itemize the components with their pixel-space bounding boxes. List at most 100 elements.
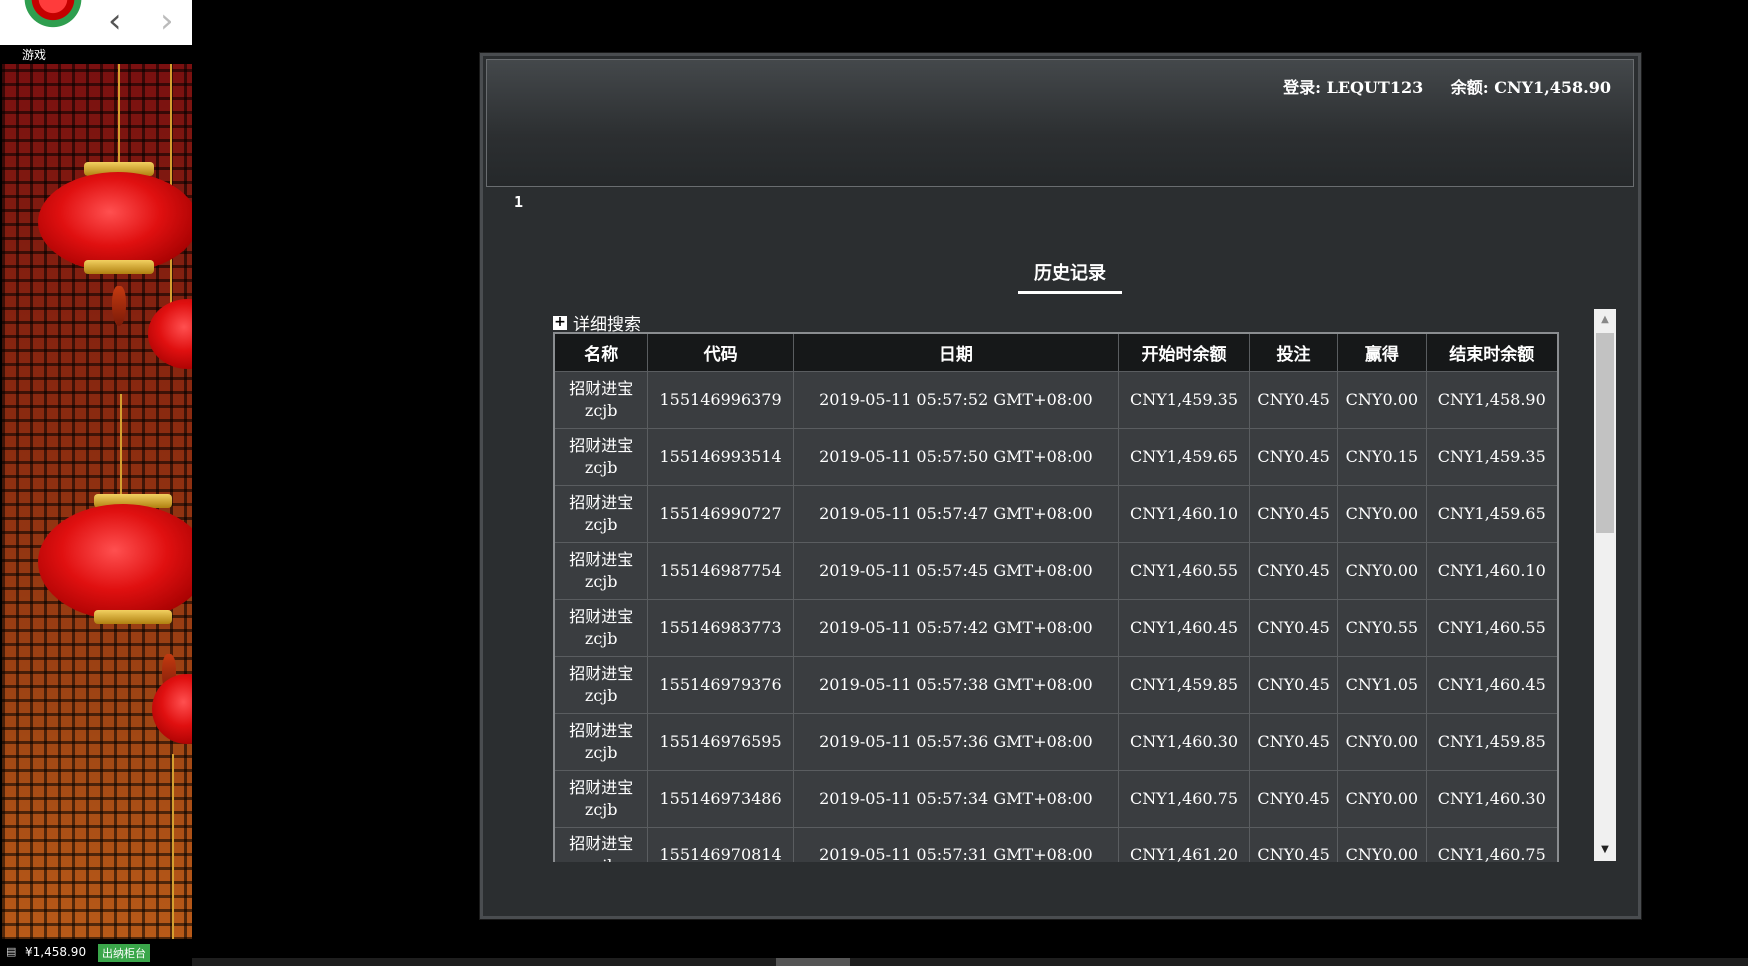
table-row[interactable]: 招财进宝 zcjb 155146993514 2019-05-11 05:57:50 …: [553, 427, 1559, 486]
page-number: 1: [514, 193, 524, 211]
game-label: 游戏: [22, 48, 47, 62]
cell-date: 2019-05-11 05:57:50 GMT+08:00: [792, 427, 1120, 486]
game-name-cn: 招财进宝: [569, 663, 634, 683]
column-header-code: 代码: [647, 332, 794, 372]
sidebar-top-bar: ‹ ›: [0, 0, 192, 45]
table-row[interactable]: 招财进宝zcjb1551469708142019-05-11 05:57:31 …: [553, 826, 1559, 862]
cell-date: 2019-05-11 05:57:45 GMT+08:00: [792, 541, 1120, 600]
balance-label: 余额: CNY1,458.90: [1450, 78, 1611, 97]
horizontal-scrollbar[interactable]: [192, 958, 1748, 966]
game-name-cn: 招财进宝: [569, 435, 634, 455]
column-header-win: 赢得: [1337, 332, 1427, 372]
scroll-down-arrow-icon[interactable]: ▼: [1594, 839, 1616, 861]
column-header-end-balance: 结束时余额: [1425, 332, 1559, 372]
game-name-code: zcjb: [584, 571, 618, 591]
cell-bet: CNY0.45: [1248, 769, 1339, 828]
cell-end-balance: CNY1,460.75: [1425, 826, 1559, 862]
plus-box-icon[interactable]: +: [553, 315, 567, 330]
scroll-up-arrow-icon[interactable]: ▲: [1594, 309, 1616, 331]
game-name-cn: 招财进宝: [569, 777, 634, 797]
cell-bet: CNY0.45: [1248, 826, 1339, 862]
lantern-string: [120, 394, 122, 504]
lantern-string: [118, 64, 120, 164]
game-sidebar: ‹ › 游戏 ▤ ¥1,458.90 出纳柜台: [0, 0, 192, 966]
vertical-scrollbar[interactable]: ▲ ▼: [1594, 309, 1616, 861]
sidebar-status-bar: ▤ ¥1,458.90 出纳柜台: [0, 939, 192, 966]
game-name-cn: 招财进宝: [569, 720, 634, 740]
column-header-name: 名称: [553, 332, 649, 372]
table-row[interactable]: 招财进宝 zcjb 155146987754 2019-05-11 05:57:45 …: [553, 541, 1559, 600]
cell-bet: CNY0.45: [1248, 427, 1339, 486]
tab-history[interactable]: 历史记录: [1018, 259, 1122, 294]
lantern-cap: [94, 610, 172, 624]
cell-code: 155146973486: [647, 769, 794, 828]
cell-code: 155146990727: [647, 484, 794, 543]
account-header: 登录: LEQUT123 余额: CNY1,458.90: [486, 59, 1634, 187]
cell-start-balance: CNY1,459.35: [1118, 370, 1250, 429]
game-name-code: zcjb: [555, 855, 647, 862]
lantern: [152, 674, 192, 744]
table-row[interactable]: 招财进宝 zcjb 155146979376 2019-05-11 05:57:38 …: [553, 655, 1559, 714]
wallet-balance: ¥1,458.90: [25, 945, 87, 959]
table-row[interactable]: 招财进宝 zcjb 155146996379 2019-05-11 05:57:52 …: [553, 370, 1559, 429]
cell-code: 155146993514: [647, 427, 794, 486]
cell-code: 155146976595: [647, 712, 794, 771]
cell-name: 招财进宝zcjb: [553, 655, 649, 714]
game-artwork: [2, 64, 192, 940]
table-row[interactable]: 招财进宝 zcjb 155146990727 2019-05-11 05:57:47 …: [553, 484, 1559, 543]
game-name-cn: 招财进宝: [569, 378, 634, 398]
lantern-tassel: [112, 286, 126, 326]
game-name-code: zcjb: [584, 628, 618, 648]
cell-date: 2019-05-11 05:57:42 GMT+08:00: [792, 598, 1120, 657]
cell-bet: CNY0.45: [1248, 598, 1339, 657]
cell-win: CNY0.55: [1337, 598, 1427, 657]
cell-win: CNY0.00: [1337, 769, 1427, 828]
chevron-right-icon[interactable]: ›: [160, 4, 174, 38]
table-row[interactable]: 招财进宝 zcjb 155146983773 2019-05-11 05:57:42 …: [553, 598, 1559, 657]
cell-end-balance: CNY1,459.35: [1425, 427, 1559, 486]
cell-date: 2019-05-11 05:57:31 GMT+08:00: [792, 826, 1120, 862]
game-name-code: zcjb: [584, 685, 618, 705]
lantern: [148, 299, 192, 369]
cell-start-balance: CNY1,460.30: [1118, 712, 1250, 771]
game-name-code: zcjb: [584, 400, 618, 420]
cell-end-balance: CNY1,460.55: [1425, 598, 1559, 657]
login-label: 登录: LEQUT123: [1283, 78, 1424, 97]
history-table: 名称 代码 日期 开始时余额 投注 赢得 结束时余额 招财进宝 zcjb 15514…: [553, 332, 1559, 862]
cell-name: 招财进宝zcjb: [553, 427, 649, 486]
vertical-scroll-thumb[interactable]: [1596, 333, 1614, 533]
lantern: [38, 504, 192, 620]
chevron-left-icon[interactable]: ‹: [108, 4, 122, 38]
cell-bet: CNY0.45: [1248, 370, 1339, 429]
cell-win: CNY0.00: [1337, 712, 1427, 771]
lantern-string: [172, 754, 174, 940]
cell-win: CNY0.00: [1337, 370, 1427, 429]
table-row[interactable]: 招财进宝 zcjb 155146976595 2019-05-11 05:57:36 …: [553, 712, 1559, 771]
cell-date: 2019-05-11 05:57:38 GMT+08:00: [792, 655, 1120, 714]
cell-name: 招财进宝zcjb: [553, 769, 649, 828]
table-row[interactable]: 招财进宝 zcjb 155146973486 2019-05-11 05:57:34 …: [553, 769, 1559, 828]
cell-end-balance: CNY1,460.10: [1425, 541, 1559, 600]
cell-code: 155146996379: [647, 370, 794, 429]
cell-start-balance: CNY1,460.10: [1118, 484, 1250, 543]
game-name-code: zcjb: [584, 457, 618, 477]
cell-date: 2019-05-11 05:57:36 GMT+08:00: [792, 712, 1120, 771]
cell-name: 招财进宝zcjb: [553, 712, 649, 771]
cell-name: 招财进宝zcjb: [553, 826, 649, 862]
table-header-row: 名称 代码 日期 开始时余额 投注 赢得 结束时余额: [553, 332, 1559, 372]
cell-name: 招财进宝zcjb: [553, 484, 649, 543]
lantern-cap: [84, 260, 154, 274]
cell-start-balance: CNY1,460.45: [1118, 598, 1250, 657]
cell-name: 招财进宝zcjb: [553, 541, 649, 600]
game-name-code: zcjb: [584, 799, 618, 819]
horizontal-scroll-thumb[interactable]: [776, 958, 850, 966]
cashier-button[interactable]: 出纳柜台: [98, 944, 150, 962]
history-table-container: 名称 代码 日期 开始时余额 投注 赢得 结束时余额 招财进宝 zcjb 15514…: [553, 332, 1559, 862]
cell-win: CNY0.00: [1337, 484, 1427, 543]
cell-end-balance: CNY1,460.30: [1425, 769, 1559, 828]
cell-code: 155146987754: [647, 541, 794, 600]
cell-start-balance: CNY1,460.55: [1118, 541, 1250, 600]
cell-win: CNY0.00: [1337, 826, 1427, 862]
cell-win: CNY0.00: [1337, 541, 1427, 600]
cell-name: 招财进宝zcjb: [553, 598, 649, 657]
